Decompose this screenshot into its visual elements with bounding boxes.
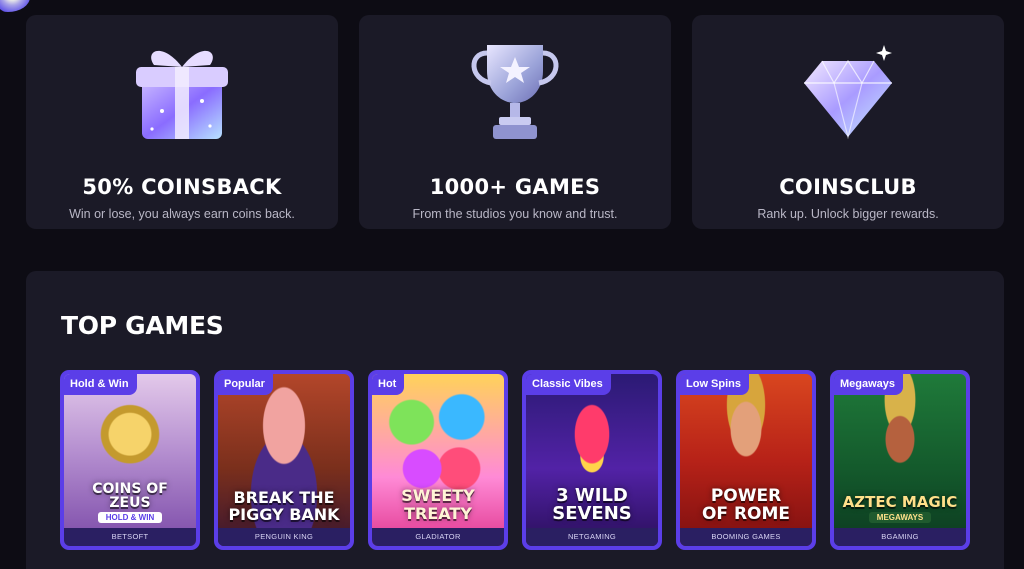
game-title: COINS OF ZEUS xyxy=(92,481,168,511)
feature-card-games: 1000+ GAMES From the studios you know an… xyxy=(359,15,671,229)
game-provider: BETSOFT xyxy=(64,528,196,546)
game-title: AZTEC MAGIC xyxy=(842,493,958,511)
game-card-coins-of-zeus[interactable]: Hold & Win COINS OF ZEUS HOLD & WIN BETS… xyxy=(60,370,200,550)
game-tag: Megaways xyxy=(834,374,904,395)
feature-title: 50% COINSBACK xyxy=(82,175,282,199)
feature-title: 1000+ GAMES xyxy=(429,175,601,199)
game-card-sweety-treaty[interactable]: Hot SWEETY TREATY GLADIATOR xyxy=(368,370,508,550)
game-provider: BOOMING GAMES xyxy=(680,528,812,546)
game-subtitle: MEGAWAYS xyxy=(868,512,932,523)
game-title: 3 WILD SEVENS xyxy=(552,485,632,524)
game-provider: GLADIATOR xyxy=(372,528,504,546)
game-title: POWER OF ROME xyxy=(701,486,791,524)
top-games-section: TOP GAMES Hold & Win COINS OF ZEUS HOLD … xyxy=(26,271,1004,569)
game-card-break-the-piggy-bank[interactable]: Popular BREAK THE PIGGY BANK PENGUIN KIN… xyxy=(214,370,354,550)
gift-box-icon xyxy=(136,50,228,139)
game-tile: Popular BREAK THE PIGGY BANK PENGUIN KIN… xyxy=(218,374,350,546)
game-subtitle: HOLD & WIN xyxy=(97,512,163,523)
feature-card-coinsclub: COINSCLUB Rank up. Unlock bigger rewards… xyxy=(692,15,1004,229)
game-tile: Hot SWEETY TREATY GLADIATOR xyxy=(372,374,504,546)
game-provider: BGAMING xyxy=(834,528,966,546)
feature-card-coinsback: 50% COINSBACK Win or lose, you always ea… xyxy=(26,15,338,229)
game-card-aztec-magic[interactable]: Megaways AZTEC MAGIC MEGAWAYS BGAMING xyxy=(830,370,970,550)
game-provider: PENGUIN KING xyxy=(218,528,350,546)
game-tile: Classic Vibes 3 WILD SEVENS NETGAMING xyxy=(526,374,658,546)
game-tag: Low Spins xyxy=(680,374,749,395)
game-tag: Popular xyxy=(218,374,273,395)
logo-icon xyxy=(0,0,30,12)
game-card-3-wild-sevens[interactable]: Classic Vibes 3 WILD SEVENS NETGAMING xyxy=(522,370,662,550)
features-row: 50% COINSBACK Win or lose, you always ea… xyxy=(26,15,1004,229)
game-card-power-of-rome[interactable]: Low Spins POWER OF ROME BOOMING GAMES xyxy=(676,370,816,550)
game-provider: NETGAMING xyxy=(526,528,658,546)
game-title: BREAK THE PIGGY BANK xyxy=(228,488,340,524)
feature-title: COINSCLUB xyxy=(779,175,917,199)
game-list: Hold & Win COINS OF ZEUS HOLD & WIN BETS… xyxy=(60,370,970,550)
game-tile: Low Spins POWER OF ROME BOOMING GAMES xyxy=(680,374,812,546)
feature-desc: Win or lose, you always earn coins back. xyxy=(69,207,295,221)
game-tag: Classic Vibes xyxy=(526,374,611,395)
trophy-icon xyxy=(471,45,559,139)
feature-desc: From the studios you know and trust. xyxy=(412,207,618,221)
game-tag: Hot xyxy=(372,374,405,395)
section-title: TOP GAMES xyxy=(61,311,224,340)
game-tile: Hold & Win COINS OF ZEUS HOLD & WIN BETS… xyxy=(64,374,196,546)
game-tag: Hold & Win xyxy=(64,374,137,395)
feature-desc: Rank up. Unlock bigger rewards. xyxy=(757,207,939,221)
diamond-icon xyxy=(804,45,892,140)
game-tile: Megaways AZTEC MAGIC MEGAWAYS BGAMING xyxy=(834,374,966,546)
game-title: SWEETY TREATY xyxy=(401,486,475,523)
